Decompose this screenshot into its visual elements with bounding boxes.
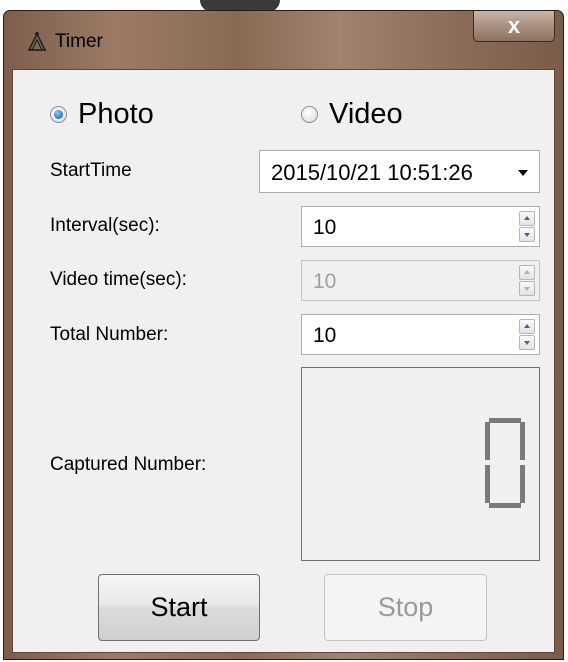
captured-number-label: Captured Number: — [50, 454, 207, 475]
start-time-label: StartTime — [50, 160, 132, 181]
digit-segment — [520, 465, 525, 503]
total-number-value[interactable]: 10 — [313, 324, 336, 348]
digit-segment — [520, 422, 525, 460]
stop-button: Stop — [324, 574, 487, 641]
video-time-spin-buttons — [519, 265, 535, 296]
arrow-down-icon — [524, 287, 530, 291]
video-time-value: 10 — [313, 270, 337, 293]
interval-spin-buttons — [519, 211, 535, 242]
interval-value[interactable]: 10 — [313, 216, 336, 240]
video-time-decrement-button — [519, 281, 535, 296]
interval-stepper[interactable]: 10 — [301, 206, 540, 247]
start-time-picker[interactable]: 2015/10/21 10:51:26 — [259, 150, 540, 193]
client-area: Photo Video StartTime 2015/10/21 10:51:2… — [12, 69, 555, 653]
captured-number-digits — [479, 418, 525, 508]
arrow-down-icon — [524, 233, 530, 237]
arrow-up-icon — [524, 216, 530, 220]
timer-app-icon — [26, 30, 48, 52]
photo-radio-label[interactable]: Photo — [78, 98, 154, 131]
close-button[interactable]: x — [473, 11, 555, 42]
photo-radio[interactable]: Photo — [50, 98, 154, 131]
digit-segment — [489, 418, 521, 423]
start-button[interactable]: Start — [98, 574, 260, 641]
photo-radio-circle[interactable] — [50, 106, 67, 123]
total-number-stepper[interactable]: 10 — [301, 314, 540, 355]
total-number-increment-button[interactable] — [519, 319, 535, 334]
video-radio[interactable]: Video — [301, 98, 403, 131]
video-time-increment-button — [519, 265, 535, 280]
arrow-down-icon — [524, 341, 530, 345]
close-icon: x — [507, 13, 521, 38]
chevron-down-icon[interactable] — [518, 170, 528, 176]
screenshot: Timer x Photo Video StartTime 2015/10/21… — [0, 0, 568, 662]
total-number-decrement-button[interactable] — [519, 335, 535, 350]
video-time-stepper: 10 — [301, 260, 540, 301]
total-number-label: Total Number: — [50, 324, 169, 345]
timer-window: Timer x Photo Video StartTime 2015/10/21… — [3, 10, 564, 660]
captured-number-display — [301, 367, 540, 561]
window-title: Timer — [55, 31, 103, 52]
seven-segment-digit — [485, 418, 525, 508]
radio-selected-dot — [54, 110, 63, 119]
video-time-label: Video time(sec): — [50, 269, 187, 290]
video-radio-label[interactable]: Video — [329, 98, 403, 131]
digit-segment — [489, 503, 521, 508]
interval-label: Interval(sec): — [50, 215, 160, 236]
video-radio-circle[interactable] — [301, 106, 318, 123]
interval-increment-button[interactable] — [519, 211, 535, 226]
arrow-up-icon — [524, 324, 530, 328]
title-bar[interactable]: Timer x — [4, 11, 563, 69]
digit-segment — [485, 422, 490, 460]
start-time-value[interactable]: 2015/10/21 10:51:26 — [271, 160, 473, 186]
arrow-up-icon — [524, 270, 530, 274]
total-number-spin-buttons — [519, 319, 535, 350]
digit-segment — [485, 465, 490, 503]
interval-decrement-button[interactable] — [519, 227, 535, 242]
